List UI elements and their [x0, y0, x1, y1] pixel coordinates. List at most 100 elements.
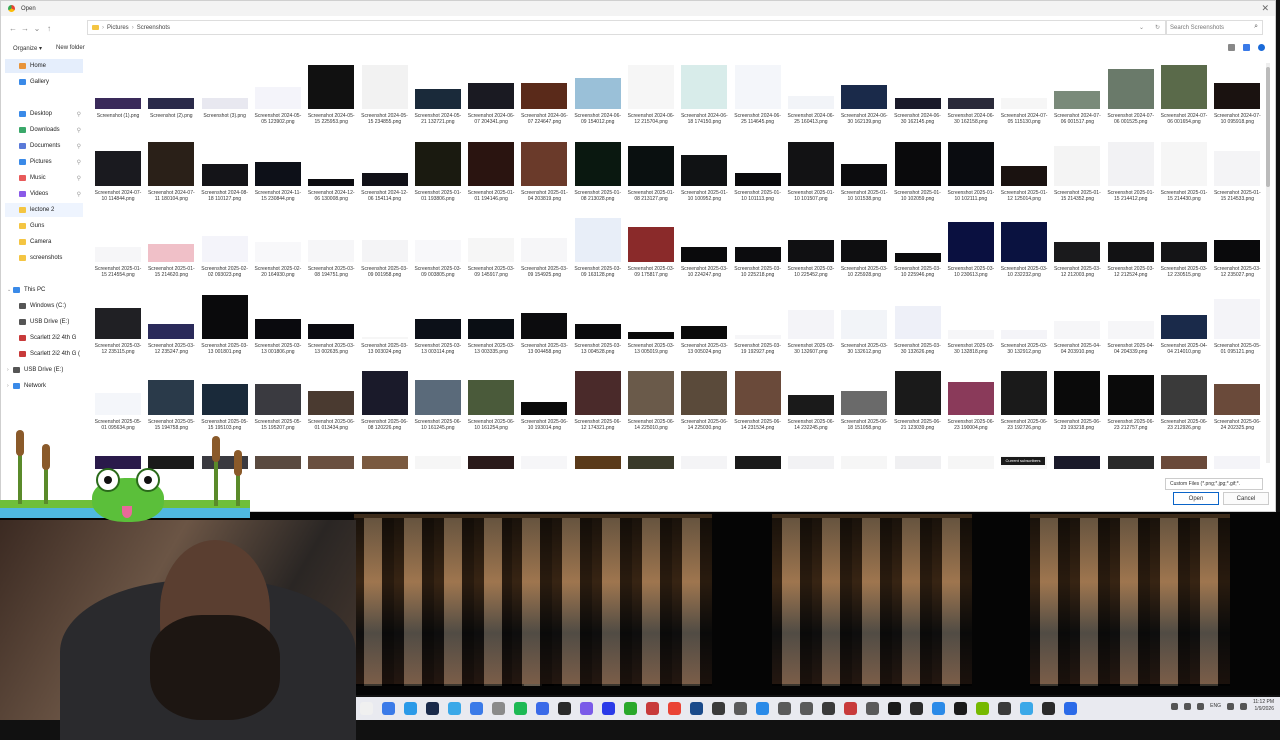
search-input[interactable]: Search Screenshots ⌕ [1165, 20, 1263, 35]
back-icon[interactable]: ← [7, 24, 19, 33]
app12-icon[interactable] [910, 702, 923, 715]
preview-pane-icon[interactable] [1243, 44, 1250, 51]
xbox2-icon[interactable] [624, 702, 637, 715]
file-tile[interactable]: Screenshot 2024-07-06 001654.png [1159, 63, 1209, 131]
file-tile[interactable]: Screenshot 2025-03-13 003335.png [466, 293, 516, 361]
chevron-down-icon[interactable]: ⌄ [1139, 24, 1144, 31]
sidebar-item[interactable]: Music ⚲ [5, 171, 83, 185]
tray-app-icon[interactable] [1184, 702, 1192, 710]
app13-icon[interactable] [954, 702, 967, 715]
file-tile[interactable]: Screenshot 2025-06-12 174321.png [573, 369, 623, 437]
file-tile[interactable]: Screenshot 2025-01-15 214533.png [1212, 140, 1262, 208]
nvidia-icon[interactable] [976, 702, 989, 715]
vscode-icon[interactable] [932, 702, 945, 715]
file-thumbnail[interactable] [574, 455, 621, 469]
file-tile[interactable]: Screenshot 2025-03-09 175817.png [626, 216, 676, 284]
file-tile[interactable]: Screenshot 2025-03-13 005024.png [679, 293, 729, 361]
file-thumbnail[interactable] [414, 455, 461, 469]
file-thumbnail[interactable] [148, 455, 195, 469]
sidebar-item[interactable]: Pictures ⚲ [5, 155, 83, 169]
file-tile[interactable]: Screenshot 2024-11-15 230844.png [253, 140, 303, 208]
file-tile[interactable]: Screenshot 2025-01-15 214412.png [1106, 140, 1156, 208]
file-tile[interactable]: Screenshot 2025-05-15 195103.png [200, 369, 250, 437]
file-tile[interactable]: Screenshot 2025-03-12 235027.png [1212, 216, 1262, 284]
file-tile[interactable]: Screenshot 2025-06-10 161254.png [466, 369, 516, 437]
organize-button[interactable]: Organize ▾ [13, 45, 42, 52]
file-thumbnail[interactable] [308, 455, 355, 469]
up-icon[interactable]: ↑ [43, 24, 55, 33]
file-tile[interactable]: Screenshot 2024-06-30 162158.png [946, 63, 996, 131]
file-tile[interactable]: Screenshot 2025-03-30 132818.png [946, 293, 996, 361]
expand-icon[interactable]: › [7, 367, 9, 373]
sidebar-item[interactable]: screenshots [5, 251, 83, 265]
file-tile[interactable]: Screenshot 2025-01-08 213127.png [626, 140, 676, 208]
chat-icon[interactable] [536, 702, 549, 715]
tray-chevron-icon[interactable] [1171, 702, 1179, 710]
file-tile[interactable]: Screenshot 2025-01-04 203819.png [519, 140, 569, 208]
ps-icon[interactable] [602, 702, 615, 715]
file-tile[interactable]: Screenshot 2025-03-12 235115.png [93, 293, 143, 361]
widgets-icon[interactable] [360, 702, 373, 715]
file-tile[interactable]: Screenshot 2025-04-04 203910.png [1052, 293, 1102, 361]
scrollbar-thumb[interactable] [1266, 67, 1270, 187]
sidebar-item[interactable]: › USB Drive (E:) [5, 363, 83, 377]
sidebar-item[interactable]: USB Drive (E:) [5, 315, 83, 329]
app9-icon[interactable] [844, 702, 857, 715]
file-tile[interactable]: Screenshot 2025-03-12 212524.png [1106, 216, 1156, 284]
file-thumbnail[interactable] [894, 455, 941, 469]
app7-icon[interactable] [800, 702, 813, 715]
file-type-select[interactable]: Custom Files (*.png;*.jpg;*.gif;*. [1165, 478, 1263, 490]
file-tile[interactable]: Screenshot 2025-06-23 192726.png [999, 369, 1049, 437]
file-tile[interactable]: Screenshot 2025-03-09 145917.png [466, 216, 516, 284]
file-tile[interactable]: Screenshot 2025-06-24 202325.png [1212, 369, 1262, 437]
file-thumbnail[interactable] [947, 455, 994, 469]
file-tile[interactable]: Screenshot (1).png [93, 63, 143, 131]
file-tile[interactable]: Screenshot 2025-06-21 123039.png [893, 369, 943, 437]
file-tile[interactable]: Screenshot 2024-12-06 130008.png [306, 140, 356, 208]
steam-icon[interactable] [426, 702, 439, 715]
close-icon[interactable]: ✕ [1261, 3, 1269, 14]
language-indicator[interactable]: ENG [1210, 703, 1221, 709]
file-tile[interactable]: Screenshot 2025-02-02 093023.png [200, 216, 250, 284]
file-tile[interactable]: Screenshot 2025-03-10 225946.png [893, 216, 943, 284]
file-tile[interactable]: Screenshot 2025-03-12 235247.png [146, 293, 196, 361]
file-tile[interactable]: Screenshot 2025-01-15 214430.png [1159, 140, 1209, 208]
recent-locations-icon[interactable]: ⌄ [31, 24, 43, 33]
wifi-icon[interactable] [1226, 702, 1234, 710]
file-tile[interactable]: Screenshot 2025-03-13 002635.png [306, 293, 356, 361]
file-tile[interactable]: Screenshot 2025-01-01 194146.png [466, 140, 516, 208]
file-tile[interactable]: Screenshot 2024-06-25 114645.png [733, 63, 783, 131]
app6-icon[interactable] [778, 702, 791, 715]
file-tile[interactable]: Screenshot 2025-03-13 004528.png [573, 293, 623, 361]
file-tile[interactable]: Screenshot 2025-03-13 001806.png [253, 293, 303, 361]
file-tile[interactable]: Screenshot 2025-03-10 225218.png [733, 216, 783, 284]
breadcrumb-screenshots[interactable]: Screenshots [137, 25, 170, 31]
file-tile[interactable]: Screenshot 2025-06-10 161245.png [413, 369, 463, 437]
file-tile[interactable]: Screenshot 2025-01-10 101507.png [786, 140, 836, 208]
file-tile[interactable]: Screenshot 2025-02-20 164930.png [253, 216, 303, 284]
file-tile[interactable]: Screenshot 2024-07-06 001525.png [1106, 63, 1156, 131]
file-tile[interactable]: Screenshot 2024-06-30 162145.png [893, 63, 943, 131]
file-tile[interactable]: Screenshot 2025-01-15 214554.png [93, 216, 143, 284]
file-tile[interactable]: Screenshot 2024-05-05 123902.png [253, 63, 303, 131]
refresh-icon[interactable]: ↻ [1155, 24, 1160, 31]
file-thumbnail[interactable] [95, 455, 141, 469]
edge-icon[interactable] [404, 702, 417, 715]
file-tile[interactable]: Screenshot 2025-01-10 102111.png [946, 140, 996, 208]
mail-icon[interactable] [470, 702, 483, 715]
file-thumbnail[interactable] [734, 455, 781, 469]
file-thumbnail[interactable] [468, 455, 515, 469]
file-tile[interactable]: Screenshot 2025-03-10 230613.png [946, 216, 996, 284]
file-tile[interactable]: Screenshot 2024-05-21 132721.png [413, 63, 463, 131]
open-button[interactable]: Open [1173, 492, 1219, 505]
file-tile[interactable]: Screenshot 2025-05-01 095634.png [93, 369, 143, 437]
app8-icon[interactable] [822, 702, 835, 715]
file-tile[interactable]: Screenshot 2025-01-08 213028.png [573, 140, 623, 208]
file-tile[interactable]: Screenshot 2024-12-06 154114.png [360, 140, 410, 208]
file-tile[interactable]: Screenshot 2025-05-15 194758.png [146, 369, 196, 437]
tray-app-icon[interactable] [1197, 702, 1205, 710]
obs-icon[interactable] [558, 702, 571, 715]
file-tile[interactable]: Screenshot 2025-03-10 224247.png [679, 216, 729, 284]
file-tile[interactable]: Screenshot 2025-03-30 132626.png [893, 293, 943, 361]
file-tile[interactable]: Screenshot 2024-06-07 204341.png [466, 63, 516, 131]
